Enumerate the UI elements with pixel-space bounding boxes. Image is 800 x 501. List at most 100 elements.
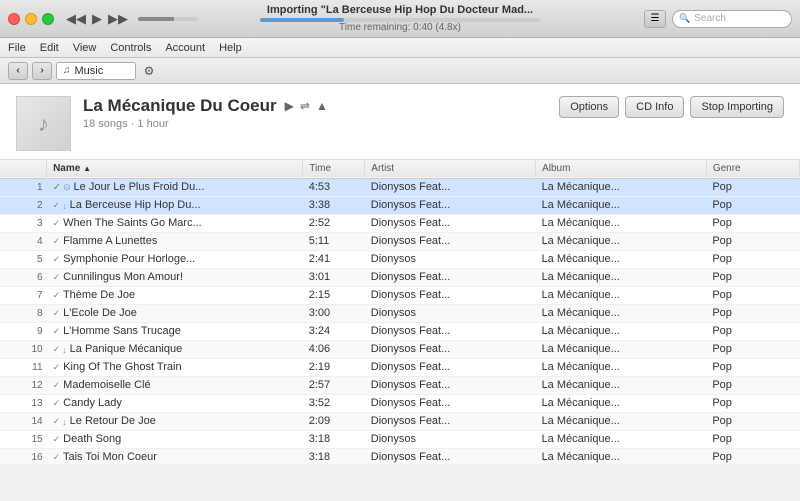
search-box[interactable]: 🔍 Search (672, 10, 792, 28)
track-artist: Dionysos Feat... (365, 412, 536, 430)
table-row[interactable]: 9 ✓ L'Homme Sans Trucage 3:24 Dionysos F… (0, 322, 800, 340)
track-genre: Pop (706, 322, 799, 340)
album-art: ♪ (16, 96, 71, 151)
menu-account[interactable]: Account (165, 42, 205, 54)
table-row[interactable]: 16 ✓ Tais Toi Mon Coeur 3:18 Dionysos Fe… (0, 448, 800, 464)
minimize-button[interactable] (25, 13, 37, 25)
shuffle-icon[interactable]: ⇌ (300, 99, 310, 113)
col-header-artist[interactable]: Artist (365, 160, 536, 178)
track-tbody: 1 ✓⊙ Le Jour Le Plus Froid Du... 4:53 Di… (0, 178, 800, 464)
track-number: 3 (0, 214, 47, 232)
album-art-note-icon: ♪ (38, 111, 49, 137)
volume-slider[interactable] (138, 17, 198, 21)
track-time: 4:53 (303, 178, 365, 196)
table-row[interactable]: 14 ✓↓ Le Retour De Joe 2:09 Dionysos Fea… (0, 412, 800, 430)
breadcrumb-label: Music (75, 65, 104, 77)
rewind-button[interactable]: ◀◀ (66, 11, 86, 27)
table-row[interactable]: 12 ✓ Mademoiselle Clé 2:57 Dionysos Feat… (0, 376, 800, 394)
gear-button[interactable]: ⚙ (140, 62, 158, 80)
status-icons: ✓↓ (53, 200, 67, 211)
table-row[interactable]: 8 ✓ L'Ecole De Joe 3:00 Dionysos La Méca… (0, 304, 800, 322)
track-genre: Pop (706, 376, 799, 394)
status-icons: ✓ (53, 326, 61, 337)
track-name: ✓⊙ Le Jour Le Plus Froid Du... (47, 178, 303, 196)
track-artist: Dionysos (365, 430, 536, 448)
back-button[interactable]: ‹ (8, 62, 28, 80)
track-time: 3:24 (303, 322, 365, 340)
track-genre: Pop (706, 214, 799, 232)
table-row[interactable]: 4 ✓ Flamme A Lunettes 5:11 Dionysos Feat… (0, 232, 800, 250)
menu-help[interactable]: Help (219, 42, 242, 54)
upload-icon[interactable]: ▲ (316, 99, 328, 113)
track-album: La Mécanique... (536, 394, 707, 412)
table-row[interactable]: 13 ✓ Candy Lady 3:52 Dionysos Feat... La… (0, 394, 800, 412)
check-icon: ✓ (53, 416, 61, 427)
check-icon: ✓ (53, 290, 61, 301)
track-number: 16 (0, 448, 47, 464)
table-row[interactable]: 5 ✓ Symphonie Pour Horloge... 2:41 Diony… (0, 250, 800, 268)
menu-view[interactable]: View (73, 42, 97, 54)
track-name: ✓↓ La Berceuse Hip Hop Du... (47, 196, 303, 214)
track-artist: Dionysos Feat... (365, 358, 536, 376)
list-view-button[interactable]: ☰ (644, 10, 666, 28)
table-row[interactable]: 1 ✓⊙ Le Jour Le Plus Froid Du... 4:53 Di… (0, 178, 800, 196)
maximize-button[interactable] (42, 13, 54, 25)
toolbar: ‹ › ♫ Music ⚙ (0, 58, 800, 84)
album-action-buttons: Options CD Info Stop Importing (559, 96, 784, 122)
title-center: Importing "La Berceuse Hip Hop Du Docteu… (260, 4, 540, 33)
forward-button[interactable]: › (32, 62, 52, 80)
col-header-name[interactable]: Name ▲ (47, 160, 303, 178)
track-genre: Pop (706, 358, 799, 376)
menu-controls[interactable]: Controls (110, 42, 151, 54)
play-album-icon[interactable]: ▶ (285, 99, 294, 113)
track-artist: Dionysos Feat... (365, 340, 536, 358)
menu-edit[interactable]: Edit (40, 42, 59, 54)
track-genre: Pop (706, 286, 799, 304)
options-button[interactable]: Options (559, 96, 619, 118)
track-time: 4:06 (303, 340, 365, 358)
track-genre: Pop (706, 340, 799, 358)
col-header-time[interactable]: Time (303, 160, 365, 178)
status-icons: ✓ (53, 380, 61, 391)
track-time: 3:18 (303, 448, 365, 464)
cd-info-button[interactable]: CD Info (625, 96, 684, 118)
track-artist: Dionysos Feat... (365, 448, 536, 464)
track-artist: Dionysos (365, 250, 536, 268)
table-row[interactable]: 11 ✓ King Of The Ghost Train 2:19 Dionys… (0, 358, 800, 376)
track-name: ✓ Cunnilingus Mon Amour! (47, 268, 303, 286)
track-genre: Pop (706, 304, 799, 322)
check-icon: ✓ (53, 380, 61, 391)
table-row[interactable]: 7 ✓ Thème De Joe 2:15 Dionysos Feat... L… (0, 286, 800, 304)
track-album: La Mécanique... (536, 376, 707, 394)
track-artist: Dionysos Feat... (365, 232, 536, 250)
track-name: ✓ Mademoiselle Clé (47, 376, 303, 394)
stop-importing-button[interactable]: Stop Importing (690, 96, 784, 118)
close-button[interactable] (8, 13, 20, 25)
col-header-genre[interactable]: Genre (706, 160, 799, 178)
sort-arrow-icon: ▲ (83, 164, 91, 173)
table-row[interactable]: 3 ✓ When The Saints Go Marc... 2:52 Dion… (0, 214, 800, 232)
play-button[interactable]: ▶ (92, 11, 102, 27)
status-icons: ✓ (53, 218, 61, 229)
track-number: 6 (0, 268, 47, 286)
track-time: 2:52 (303, 214, 365, 232)
col-header-album[interactable]: Album (536, 160, 707, 178)
track-name: ✓↓ La Panique Mécanique (47, 340, 303, 358)
menu-file[interactable]: File (8, 42, 26, 54)
track-name: ✓ Symphonie Pour Horloge... (47, 250, 303, 268)
track-genre: Pop (706, 232, 799, 250)
table-row[interactable]: 10 ✓↓ La Panique Mécanique 4:06 Dionysos… (0, 340, 800, 358)
check-icon: ✓ (53, 344, 61, 355)
album-title-row: La Mécanique Du Coeur ▶ ⇌ ▲ (83, 96, 559, 116)
track-name: ✓ Tais Toi Mon Coeur (47, 448, 303, 464)
track-genre: Pop (706, 178, 799, 196)
table-row[interactable]: 15 ✓ Death Song 3:18 Dionysos La Mécaniq… (0, 430, 800, 448)
track-number: 14 (0, 412, 47, 430)
track-table-container[interactable]: Name ▲ Time Artist Album Genre 1 ✓⊙ Le J… (0, 160, 800, 464)
fast-forward-button[interactable]: ▶▶ (108, 11, 128, 27)
table-row[interactable]: 2 ✓↓ La Berceuse Hip Hop Du... 3:38 Dion… (0, 196, 800, 214)
check-icon: ✓ (53, 434, 61, 445)
status-icons: ✓↓ (53, 344, 67, 355)
track-album: La Mécanique... (536, 250, 707, 268)
table-row[interactable]: 6 ✓ Cunnilingus Mon Amour! 3:01 Dionysos… (0, 268, 800, 286)
